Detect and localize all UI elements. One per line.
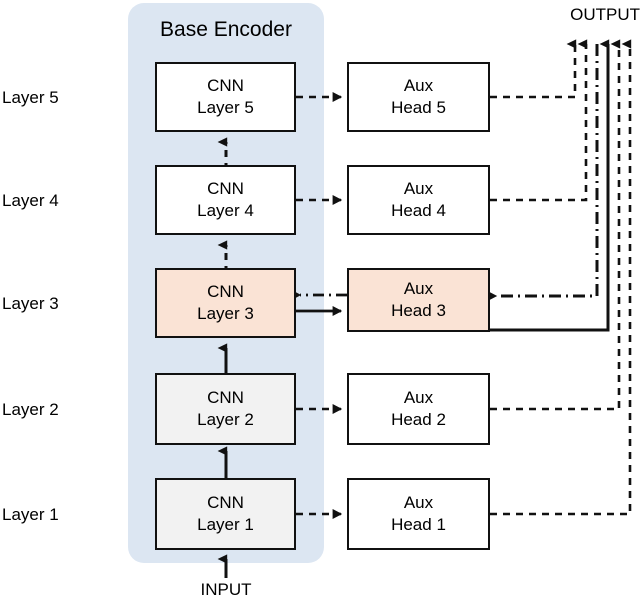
aux-head-4-box[interactable]: Aux Head 4 xyxy=(347,165,490,235)
aux-head-5-line2: Head 5 xyxy=(391,98,446,117)
cnn-layer-1-line2: Layer 1 xyxy=(197,515,254,534)
cnn-layer-4-box[interactable]: CNN Layer 4 xyxy=(155,165,296,235)
cnn-layer-2-line2: Layer 2 xyxy=(197,410,254,429)
cnn-layer-2-line1: CNN xyxy=(207,388,244,408)
diagram-canvas: Base Encoder Layer 5 Layer 4 Layer 3 Lay… xyxy=(0,0,640,605)
cnn-layer-4-line2: Layer 4 xyxy=(197,201,254,220)
edge-output-to-head3 xyxy=(487,44,599,301)
row-label-layer-1: Layer 1 xyxy=(2,505,59,524)
aux-head-1-box[interactable]: Aux Head 1 xyxy=(347,478,490,550)
cnn-layer-3-box[interactable]: CNN Layer 3 xyxy=(155,268,296,338)
cnn-layer-5-box[interactable]: CNN Layer 5 xyxy=(155,62,296,132)
connection-edges xyxy=(217,39,632,578)
cnn-layer-1-line1: CNN xyxy=(207,493,244,513)
output-label: OUTPUT xyxy=(570,5,640,24)
cnn-layer-3-line1: CNN xyxy=(207,282,244,302)
row-label-layer-4: Layer 4 xyxy=(2,191,59,210)
aux-head-1-line1: Aux xyxy=(403,493,434,513)
aux-head-4-line2: Head 4 xyxy=(391,201,446,220)
aux-head-3-line1: Aux xyxy=(403,279,434,299)
cnn-layer-2-box[interactable]: CNN Layer 2 xyxy=(155,373,296,445)
aux-head-2-line2: Head 2 xyxy=(391,410,446,429)
row-label-layer-3: Layer 3 xyxy=(2,294,59,313)
cnn-layer-5-line2: Layer 5 xyxy=(197,98,254,117)
cnn-layer-4-line1: CNN xyxy=(207,179,244,199)
row-label-layer-5: Layer 5 xyxy=(2,88,59,107)
cnn-layer-1-box[interactable]: CNN Layer 1 xyxy=(155,478,296,550)
aux-head-5-box[interactable]: Aux Head 5 xyxy=(347,62,490,132)
aux-head-3-box[interactable]: Aux Head 3 xyxy=(347,268,490,332)
aux-head-3-line2: Head 3 xyxy=(391,301,446,320)
edge-head3-to-output xyxy=(490,39,610,332)
aux-head-1-line2: Head 1 xyxy=(391,515,446,534)
input-label: INPUT xyxy=(200,580,252,599)
edge-head4-to-output xyxy=(490,39,588,202)
edge-head5-to-output xyxy=(490,39,577,99)
aux-head-2-box[interactable]: Aux Head 2 xyxy=(347,373,490,445)
cnn-layer-3-line2: Layer 3 xyxy=(197,304,254,323)
cnn-layer-5-line1: CNN xyxy=(207,76,244,96)
row-label-layer-2: Layer 2 xyxy=(2,400,59,419)
aux-head-4-line1: Aux xyxy=(403,179,434,199)
aux-head-2-line1: Aux xyxy=(403,388,434,408)
edge-head2-to-output xyxy=(490,39,621,411)
aux-head-5-line1: Aux xyxy=(403,76,434,96)
